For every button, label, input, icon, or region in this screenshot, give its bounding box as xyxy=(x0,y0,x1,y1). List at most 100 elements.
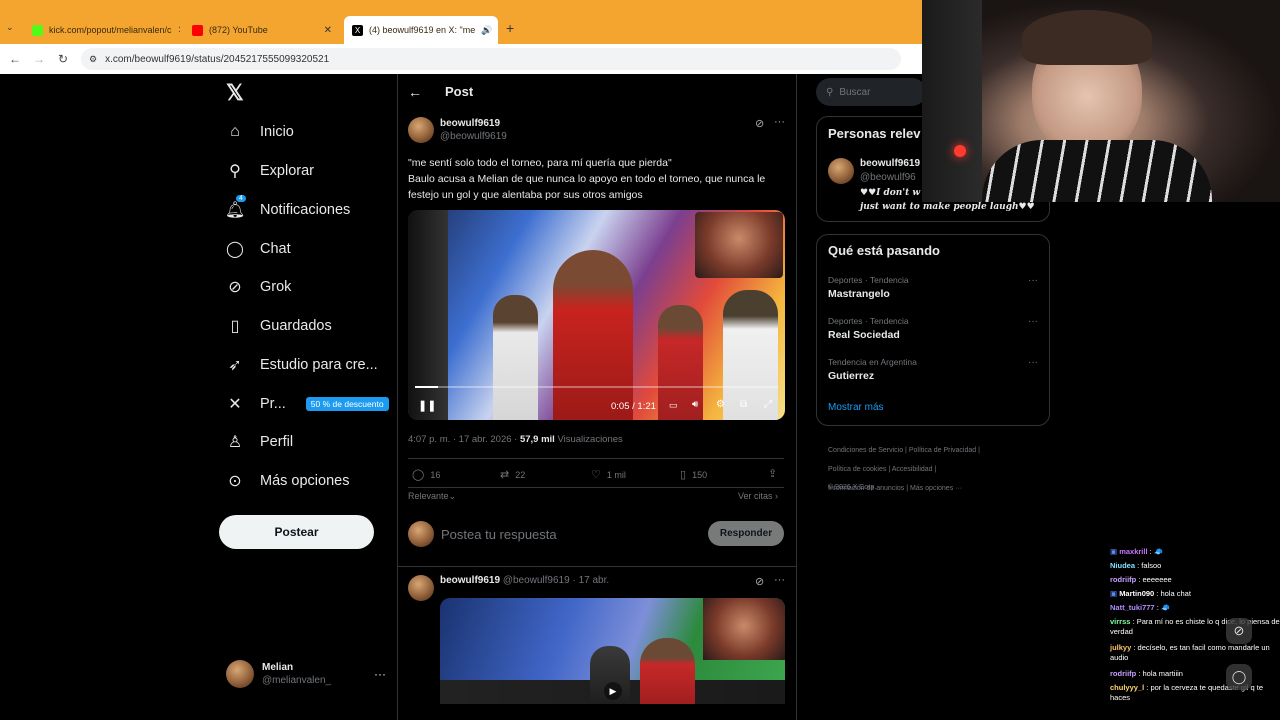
speaker-icon[interactable]: 🔊 xyxy=(481,25,492,36)
chat-username: maxkrill xyxy=(1119,547,1148,556)
reply-stat[interactable]: ◯ 16 xyxy=(412,468,440,481)
grok-icon[interactable]: ⊘ xyxy=(755,575,764,588)
grok-icon[interactable]: ⊘ xyxy=(755,117,764,130)
chat-username: rodriifp xyxy=(1110,669,1137,678)
author-name[interactable]: beowulf9619 xyxy=(440,118,500,129)
copyright: © 2026 X Corp. xyxy=(828,484,877,491)
repost-count: 22 xyxy=(515,469,526,480)
chat-text: decíselo, es tan facil como mandarle un … xyxy=(1110,643,1270,662)
author-handle[interactable]: @beowulf9619 xyxy=(440,131,507,142)
person-bio: ♥♥I don't w xyxy=(860,188,920,198)
captions-icon[interactable]: ▭ xyxy=(669,400,678,411)
trend-item[interactable]: Deportes · Tendencia Mastrangelo ··· xyxy=(828,275,1038,300)
footer-link[interactable]: Política de Privacidad xyxy=(909,447,976,454)
grok-icon: ⊘ xyxy=(228,279,242,296)
back-arrow-icon[interactable]: ← xyxy=(408,84,422,100)
author-handle[interactable]: @beowulf9619 · 17 abr. xyxy=(503,575,609,586)
share-icon[interactable]: ⇪ xyxy=(768,467,777,480)
more-icon[interactable]: ··· xyxy=(1028,357,1038,368)
trend-category: Tendencia en Argentina xyxy=(828,357,917,367)
nav-item-mas-opciones[interactable]: ⊙ Más opciones xyxy=(224,462,349,500)
trend-item[interactable]: Deportes · Tendencia Real Sociedad ··· xyxy=(828,316,1038,341)
reload-icon[interactable]: ↻ xyxy=(51,52,75,66)
more-icon[interactable]: ··· xyxy=(1028,316,1038,327)
trend-name: Gutierrez xyxy=(828,370,875,382)
video-time: 0:05 / 1:21 xyxy=(611,401,656,412)
like-stat[interactable]: ♡ 1 mil xyxy=(591,468,626,481)
trend-category: Deportes · Tendencia xyxy=(828,275,909,285)
section-title: Qué está pasando xyxy=(828,243,940,258)
reply-button[interactable]: Responder xyxy=(708,521,784,546)
nav-item-notificaciones[interactable]: 🔔︎ 4 Notificaciones xyxy=(224,191,350,229)
site-info-icon[interactable]: ⚙ xyxy=(89,54,97,65)
nav-item-chat[interactable]: ◯ Chat xyxy=(224,230,291,268)
more-icon[interactable]: ··· xyxy=(1028,275,1038,286)
footer-link[interactable]: Más opciones ··· xyxy=(910,485,962,492)
browser-tab-youtube[interactable]: (872) YouTube ✕ xyxy=(184,18,340,42)
close-tab-icon[interactable]: ✕ xyxy=(324,25,332,36)
nav-item-estudio[interactable]: ➶ Estudio para cre... xyxy=(224,346,378,384)
footer-link[interactable]: Accesibilidad xyxy=(892,466,933,473)
author-name[interactable]: beowulf9619 xyxy=(440,575,500,586)
badge-icon: ▣ xyxy=(1110,547,1118,556)
nav-label: Estudio para cre... xyxy=(260,357,378,373)
volume-icon[interactable]: 🔊︎ xyxy=(692,399,698,410)
more-icon[interactable]: ··· xyxy=(774,574,785,586)
rocket-icon: ➶ xyxy=(228,357,242,374)
account-handle: @melianvalen_ xyxy=(262,675,332,686)
footer-link[interactable]: Condiciones de Servicio xyxy=(828,447,903,454)
fullscreen-icon[interactable]: ⤢ xyxy=(764,399,772,410)
search-bar[interactable]: ⚲ Buscar xyxy=(816,78,926,106)
tab-title: (4) beowulf9619 en X: "me xyxy=(369,25,476,35)
post-timestamp[interactable]: 4:07 p. m. · 17 abr. 2026 · xyxy=(408,434,520,445)
post-button[interactable]: Postear xyxy=(219,515,374,549)
footer-link[interactable]: Política de cookies xyxy=(828,466,886,473)
reply-count: 16 xyxy=(430,469,441,480)
pause-icon[interactable]: ❚❚ xyxy=(418,399,436,412)
nav-item-grok[interactable]: ⊘ Grok xyxy=(224,268,291,306)
new-tab-icon[interactable]: + xyxy=(506,20,514,36)
grok-icon[interactable]: ⊘ xyxy=(1226,618,1252,644)
view-quotes-link[interactable]: Ver citas › xyxy=(738,491,778,501)
nav-item-guardados[interactable]: ▯ Guardados xyxy=(224,307,332,345)
forward-icon[interactable]: → xyxy=(27,52,51,66)
close-tab-icon[interactable]: ✕ xyxy=(178,25,180,36)
video-player[interactable]: ❚❚ 0:05 / 1:21 ▭ 🔊︎ ⚙ ⧉ ⤢ xyxy=(408,210,785,420)
x-logo-icon[interactable]: 𝕏 xyxy=(226,80,244,106)
messages-icon[interactable]: ◯ xyxy=(1226,664,1252,690)
nav-item-explorar[interactable]: ⚲ Explorar xyxy=(224,152,314,190)
bio-text: just want to make people laugh xyxy=(860,202,1019,212)
trend-name: Real Sociedad xyxy=(828,329,900,341)
tab-list-chevron-icon[interactable]: ⌄ xyxy=(6,22,14,33)
person-handle[interactable]: @beowulf96 xyxy=(860,172,916,183)
more-icon[interactable]: ··· xyxy=(774,116,785,128)
nav-item-inicio[interactable]: ⌂ Inicio xyxy=(224,113,294,151)
avatar[interactable] xyxy=(408,117,434,143)
notification-badge: 4 xyxy=(236,195,246,202)
avatar[interactable] xyxy=(408,575,434,601)
divider xyxy=(408,458,784,459)
chat-username: chulyyy_l xyxy=(1110,683,1145,692)
home-icon: ⌂ xyxy=(230,123,240,140)
nav-item-premium[interactable]: ✕ Pr... 50 % de descuento xyxy=(224,385,389,423)
trend-item[interactable]: Tendencia en Argentina Gutierrez ··· xyxy=(828,357,1038,382)
bookmark-stat[interactable]: ▯ 150 xyxy=(680,468,707,481)
nav-label: Perfil xyxy=(260,434,294,450)
play-icon[interactable]: ▶ xyxy=(604,682,622,700)
reply-video-player[interactable]: ▶ xyxy=(440,598,785,704)
settings-gear-icon[interactable]: ⚙ xyxy=(716,399,725,410)
back-icon[interactable]: ← xyxy=(3,52,27,66)
person-name[interactable]: beowulf9619 xyxy=(860,158,920,169)
sort-dropdown[interactable]: Relevante⌄ xyxy=(408,491,456,502)
avatar[interactable] xyxy=(828,158,854,184)
reply-input[interactable]: Postea tu respuesta xyxy=(441,527,557,542)
nav-item-perfil[interactable]: ♙ Perfil xyxy=(224,423,293,461)
show-more-link[interactable]: Mostrar más xyxy=(828,402,884,413)
account-switcher[interactable]: Melian @melianvalen_ ··· xyxy=(226,659,386,689)
browser-tab-kick[interactable]: kick.com/popout/melianvalen/c ✕ xyxy=(24,18,180,42)
repost-stat[interactable]: ⇄ 22 xyxy=(500,468,525,481)
video-progress-track[interactable] xyxy=(415,386,778,388)
url-field[interactable]: ⚙ x.com/beowulf9619/status/2045217555099… xyxy=(81,48,901,70)
browser-tab-x[interactable]: X (4) beowulf9619 en X: "me 🔊 ✕ xyxy=(344,16,498,44)
pip-icon[interactable]: ⧉ xyxy=(740,399,747,410)
